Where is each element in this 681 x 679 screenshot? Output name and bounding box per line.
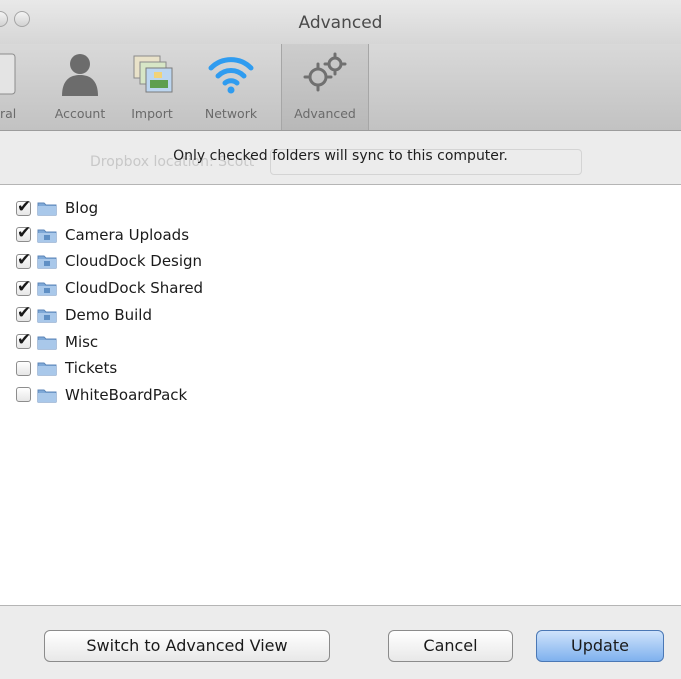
tab-general[interactable]: ral — [0, 44, 30, 130]
folder-icon — [37, 360, 57, 376]
shared-folder-icon — [37, 280, 57, 296]
shared-folder-icon — [37, 253, 57, 269]
tab-import[interactable]: Import — [121, 44, 183, 130]
folder-name: Blog — [65, 199, 99, 217]
window-title: Advanced — [298, 13, 383, 33]
folder-checkbox[interactable]: ✔ — [16, 330, 31, 350]
folder-row[interactable]: Tickets — [16, 355, 117, 381]
preferences-window: Advanced ral Account Import Network Adva… — [0, 0, 681, 679]
folder-list: ✔ Blog ✔ Camera Uploads ✔ CloudDock Design ✔ Cl… — [0, 184, 681, 606]
folder-row[interactable]: ✔ CloudDock Shared — [16, 275, 203, 301]
folder-checkbox[interactable]: ✔ — [16, 277, 31, 297]
folder-row[interactable]: WhiteBoardPack — [16, 382, 187, 408]
folder-checkbox[interactable]: ✔ — [16, 303, 31, 323]
tab-network[interactable]: Network — [194, 44, 268, 130]
checkmark-icon: ✔ — [17, 303, 32, 324]
checkmark-icon: ✔ — [17, 196, 32, 217]
folder-name: Demo Build — [65, 305, 152, 324]
folder-row[interactable]: ✔ Blog — [16, 195, 98, 221]
update-button[interactable]: Update — [536, 630, 664, 662]
folder-name: Tickets — [65, 359, 118, 378]
sync-header: Dropbox location: Scott Only checked fol… — [0, 131, 681, 183]
folder-name: Camera Uploads — [65, 225, 190, 244]
checkmark-icon: ✔ — [17, 330, 32, 350]
folder-row[interactable]: ✔ CloudDock Design — [16, 248, 202, 274]
folder-row[interactable]: ✔ Misc — [16, 329, 98, 355]
network-icon — [205, 50, 257, 98]
folder-checkbox[interactable] — [16, 360, 31, 376]
shared-folder-icon — [37, 227, 57, 243]
tab-account[interactable]: Account — [44, 44, 116, 130]
folder-checkbox[interactable] — [16, 387, 31, 403]
title-bar: Advanced — [0, 0, 681, 44]
tab-advanced[interactable]: Advanced — [281, 44, 369, 130]
cancel-button[interactable]: Cancel — [388, 630, 513, 662]
folder-icon — [37, 200, 57, 216]
folder-name: CloudDock Shared — [65, 279, 204, 298]
account-icon — [54, 50, 106, 98]
checkmark-icon: ✔ — [17, 223, 32, 244]
folder-row[interactable]: ✔ Demo Build — [16, 302, 152, 328]
sync-instruction: Only checked folders will sync to this c… — [173, 148, 508, 164]
folder-icon — [37, 334, 57, 350]
general-icon — [0, 50, 21, 98]
folder-checkbox[interactable]: ✔ — [16, 250, 31, 270]
folder-name: CloudDock Design — [65, 252, 203, 271]
advanced-gear-icon — [299, 50, 351, 98]
folder-row[interactable]: ✔ Camera Uploads — [16, 222, 189, 248]
switch-to-advanced-view-button[interactable]: Switch to Advanced View — [44, 630, 330, 662]
checkmark-icon: ✔ — [17, 276, 32, 297]
shared-folder-icon — [37, 307, 57, 323]
checkmark-icon: ✔ — [17, 249, 32, 270]
folder-name: WhiteBoardPack — [65, 385, 188, 404]
preferences-toolbar: ral Account Import Network Advanced — [0, 44, 681, 131]
folder-checkbox[interactable]: ✔ — [16, 197, 31, 217]
folder-checkbox[interactable]: ✔ — [16, 223, 31, 243]
folder-icon — [37, 387, 57, 403]
import-icon — [126, 50, 178, 98]
folder-name: Misc — [65, 332, 99, 351]
